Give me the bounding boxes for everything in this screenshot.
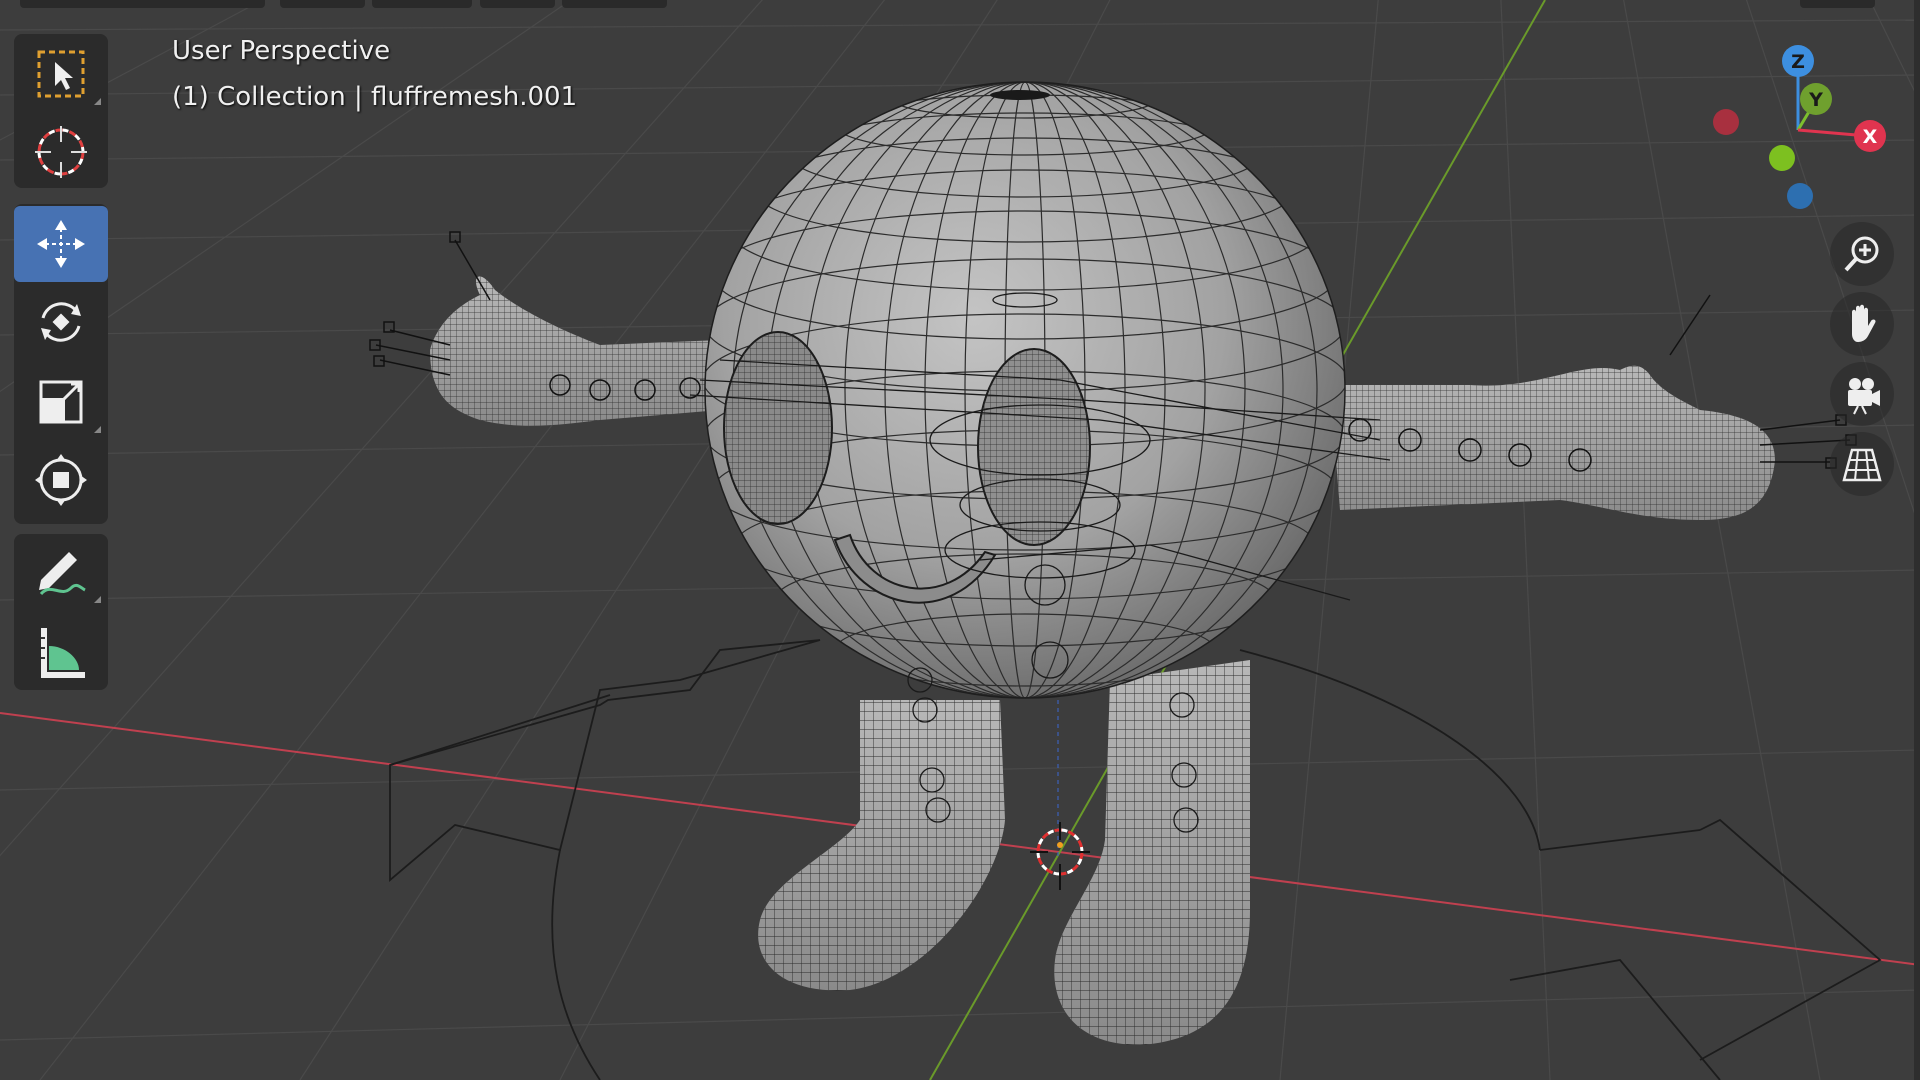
measure-icon	[41, 628, 85, 678]
grid-view-icon	[1842, 448, 1882, 482]
gizmo-z-label: Z	[1791, 51, 1805, 73]
header-tab[interactable]	[20, 0, 265, 8]
header-tab[interactable]	[480, 0, 555, 8]
zoom-icon	[1844, 236, 1879, 272]
gizmo-neg-y	[1769, 145, 1795, 171]
transform-icon	[35, 454, 87, 506]
rotate-tool[interactable]	[14, 284, 108, 360]
3d-viewport[interactable]: User Perspective (1) Collection | fluffr…	[0, 0, 1920, 1080]
tool-options-marker	[94, 426, 101, 433]
camera-view-button[interactable]	[1830, 362, 1894, 426]
scale-icon	[39, 380, 83, 424]
measure-tool[interactable]	[14, 614, 108, 690]
3d-cursor	[1030, 822, 1090, 890]
tool-options-marker	[94, 596, 101, 603]
navigation-gizmo[interactable]: Z Y X	[1700, 30, 1910, 220]
cursor-tool[interactable]	[14, 114, 108, 190]
view-name-label: User Perspective	[172, 36, 391, 66]
rotate-icon	[41, 302, 81, 342]
select-box-icon	[37, 50, 85, 98]
header-tab[interactable]	[1800, 0, 1875, 8]
tool-options-marker	[94, 98, 101, 105]
header-tab[interactable]	[562, 0, 667, 8]
camera-icon	[1848, 378, 1880, 415]
cursor-icon	[35, 126, 87, 178]
viewport-right-border	[1914, 0, 1920, 1080]
gizmo-neg-z	[1787, 183, 1813, 209]
header-tab[interactable]	[280, 0, 365, 8]
collection-info-label: (1) Collection | fluffremesh.001	[172, 82, 578, 112]
perspective-toggle-button[interactable]	[1830, 432, 1894, 496]
annotate-icon	[39, 552, 86, 596]
left-arm	[369, 231, 720, 426]
scene-canvas[interactable]	[0, 0, 1920, 1080]
header-tab[interactable]	[372, 0, 472, 8]
left-leg	[758, 700, 1005, 991]
move-icon	[37, 220, 85, 268]
zoom-button[interactable]	[1830, 222, 1894, 286]
move-tool[interactable]	[14, 206, 108, 282]
gizmo-neg-x	[1713, 109, 1739, 135]
transform-tool[interactable]	[14, 442, 108, 518]
gizmo-x-label: X	[1863, 126, 1878, 148]
right-arm	[1330, 294, 1857, 520]
gizmo-y-label: Y	[1808, 89, 1823, 111]
pan-hand-icon	[1852, 304, 1876, 342]
pan-button[interactable]	[1830, 292, 1894, 356]
